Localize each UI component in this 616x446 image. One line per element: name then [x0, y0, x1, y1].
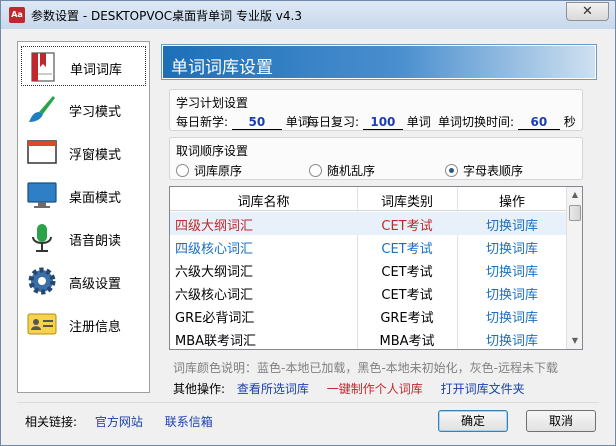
sidebar-item-label: 语音朗读 — [69, 234, 122, 249]
scroll-thumb[interactable] — [569, 205, 581, 221]
library-name-cell: 四级核心词汇 — [175, 242, 254, 257]
daily-new-label: 每日新学: — [176, 115, 229, 129]
library-name-cell: GRE必背词汇 — [175, 311, 255, 326]
other-operations: 其他操作: 查看所选词库 一键制作个人词库 打开词库文件夹 — [173, 380, 525, 397]
ok-button[interactable]: 确定 — [438, 410, 508, 432]
app-icon: Aa — [9, 7, 25, 23]
other-ops-label: 其他操作: — [173, 382, 226, 396]
footer-divider — [17, 402, 599, 403]
table-row[interactable]: MBA联考词汇 MBA考试 切换词库 — [170, 327, 567, 349]
window-title: 参数设置 - DESKTOPVOC桌面背单词 专业版 v4.3 — [31, 9, 302, 23]
library-category-cell: CET考试 — [381, 265, 433, 280]
study-review-row: 每日复习: 100 单词 — [307, 113, 431, 130]
unit-second-label: 秒 — [563, 115, 576, 129]
switch-time-label: 单词切换时间: — [438, 115, 515, 129]
scroll-down-icon[interactable]: ▼ — [567, 333, 582, 349]
word-order-group: 取词顺序设置 词库原序 随机乱序 字母表顺序 — [169, 137, 583, 180]
order-alphabet-radio[interactable] — [445, 164, 458, 177]
study-plan-group: 学习计划设置 每日新学: 50 单词 每日复习: 100 单词 单词切换时间: … — [169, 89, 583, 131]
sidebar-item-label: 浮窗模式 — [69, 148, 122, 163]
library-category-cell: GRE考试 — [380, 311, 434, 326]
table-scrollbar[interactable]: ▲ ▼ — [566, 187, 582, 349]
library-category-cell: CET考试 — [381, 288, 433, 303]
related-links-label: 相关链接: — [25, 415, 78, 429]
switch-library-link[interactable]: 切换词库 — [457, 284, 567, 303]
sidebar-item-label: 学习模式 — [69, 105, 122, 120]
switch-time-input[interactable]: 60 — [517, 115, 560, 130]
related-links: 相关链接: 官方网站 联系信箱 — [25, 413, 213, 430]
table-row[interactable]: 六级核心词汇 CET考试 切换词库 — [170, 281, 567, 304]
color-legend-note: 词库颜色说明：蓝色-本地已加载，黑色-本地未初始化，灰色-远程未下载 — [173, 361, 558, 375]
sidebar-item-study-mode[interactable]: 学习模式 — [21, 89, 146, 129]
sidebar-item-desktop-mode[interactable]: 桌面模式 — [21, 175, 146, 215]
brush-icon — [29, 96, 55, 122]
group-title: 取词顺序设置 — [176, 144, 249, 158]
table-row[interactable]: 四级大纲词汇 CET考试 切换词库 — [170, 212, 567, 235]
gear-icon — [28, 267, 56, 295]
page-title: 单词词库设置 — [171, 58, 273, 78]
sidebar-item-word-library[interactable]: 单词词库 — [21, 46, 146, 86]
table-row[interactable]: 六级大纲词汇 CET考试 切换词库 — [170, 258, 567, 281]
column-header-name[interactable]: 词库名称 — [170, 191, 357, 210]
library-name-cell: 四级大纲词汇 — [175, 219, 254, 234]
column-header-action[interactable]: 操作 — [457, 191, 567, 210]
library-table: 词库名称 词库类别 操作 四级大纲词汇 CET考试 切换词库 四级核心词汇 CET考试切… — [169, 186, 583, 350]
switch-library-link[interactable]: 切换词库 — [457, 307, 567, 326]
microphone-icon — [32, 224, 52, 252]
table-row[interactable]: GRE必背词汇 GRE考试 切换词库 — [170, 304, 567, 327]
sidebar-item-registration[interactable]: 注册信息 — [21, 304, 146, 344]
switch-library-link[interactable]: 切换词库 — [457, 330, 567, 349]
cancel-button[interactable]: 取消 — [526, 410, 596, 432]
order-alphabet-label[interactable]: 字母表顺序 — [463, 162, 523, 179]
title-bar[interactable]: Aa 参数设置 - DESKTOPVOC桌面背单词 专业版 v4.3 ✕ — [1, 1, 615, 29]
library-name-cell: 六级核心词汇 — [175, 288, 254, 303]
column-header-category[interactable]: 词库类别 — [357, 191, 457, 210]
library-name-cell: MBA联考词汇 — [175, 334, 257, 349]
order-original-label[interactable]: 词库原序 — [194, 162, 242, 179]
order-random-label[interactable]: 随机乱序 — [327, 162, 375, 179]
sidebar-item-label: 注册信息 — [69, 320, 122, 335]
sidebar-item-voice-reading[interactable]: 语音朗读 — [21, 218, 146, 258]
daily-review-input[interactable]: 100 — [362, 115, 403, 130]
unit-label: 单词 — [406, 115, 431, 129]
sidebar-item-label: 高级设置 — [69, 277, 122, 292]
open-library-folder-link[interactable]: 打开词库文件夹 — [441, 382, 525, 396]
switch-time-row: 单词切换时间: 60 秒 — [438, 113, 576, 130]
book-icon — [31, 52, 55, 82]
official-site-link[interactable]: 官方网站 — [95, 415, 143, 429]
sidebar: 单词词库 学习模式 浮窗模式 桌面模式 语音朗读 高级设置 注册信息 — [17, 41, 150, 393]
id-card-icon — [27, 313, 57, 335]
contact-mail-link[interactable]: 联系信箱 — [165, 415, 213, 429]
library-name-cell: 六级大纲词汇 — [175, 265, 254, 280]
switch-library-link[interactable]: 切换词库 — [457, 261, 567, 280]
daily-new-input[interactable]: 50 — [231, 115, 282, 130]
switch-library-link[interactable]: 切换词库 — [457, 238, 567, 257]
group-title: 学习计划设置 — [176, 96, 249, 110]
sidebar-item-advanced[interactable]: 高级设置 — [21, 261, 146, 301]
library-category-cell: CET考试 — [381, 219, 433, 234]
window-icon — [27, 140, 57, 164]
table-header: 词库名称 词库类别 操作 — [170, 187, 567, 211]
library-category-cell: MBA考试 — [379, 334, 435, 349]
order-original-radio[interactable] — [176, 164, 189, 177]
make-personal-library-link[interactable]: 一键制作个人词库 — [327, 382, 423, 396]
scroll-up-icon[interactable]: ▲ — [567, 187, 582, 203]
close-button[interactable]: ✕ — [566, 2, 609, 21]
table-row[interactable]: 四级核心词汇 CET考试 切换词库 — [170, 235, 567, 258]
daily-review-label: 每日复习: — [307, 115, 360, 129]
study-plan-row: 每日新学: 50 单词 — [176, 113, 310, 130]
sidebar-item-label: 单词词库 — [70, 63, 123, 78]
sidebar-item-float-window[interactable]: 浮窗模式 — [21, 132, 146, 172]
sidebar-item-label: 桌面模式 — [69, 191, 122, 206]
library-category-cell: CET考试 — [381, 242, 433, 257]
switch-library-link[interactable]: 切换词库 — [457, 215, 567, 234]
monitor-icon — [27, 182, 57, 208]
panel-header: 单词词库设置 — [162, 45, 596, 79]
view-selected-link[interactable]: 查看所选词库 — [237, 382, 309, 396]
order-random-radio[interactable] — [309, 164, 322, 177]
